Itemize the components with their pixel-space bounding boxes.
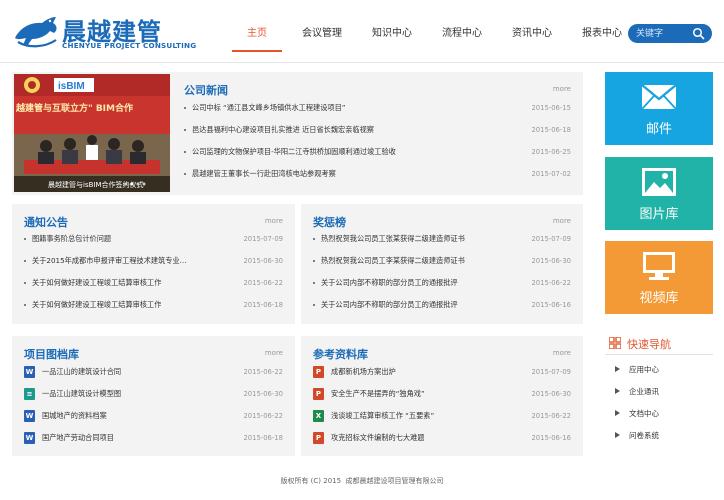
banner-text: 越建管与互联立方" BIM合作 [15, 102, 133, 114]
more-link[interactable]: more [553, 85, 571, 93]
reference-list: P 成都新机场方案出炉 2015-07-09 P 安全生产不是摆弄的“独角戏” 2015… [313, 361, 571, 449]
search-input[interactable] [636, 26, 692, 41]
ppt-file-icon: P [313, 366, 324, 378]
signing-ceremony-photo: isBIM 越建管与互联立方" BIM合作 晨越建管与isBIM合作签约仪式 [14, 74, 170, 192]
nav-item-meetings[interactable]: 会议管理 [288, 0, 356, 62]
bullet-icon [313, 238, 315, 240]
ppt-file-icon: P [313, 432, 324, 444]
bullet-icon [313, 260, 315, 262]
panel-title: 项目图档库 [24, 348, 79, 361]
awards-panel: 奖惩榜 more 热烈祝贺我公司员工张某获得二级建造师证书 2015-07-09 … [301, 204, 583, 324]
arrow-right-icon [615, 410, 620, 416]
bullet-icon [184, 151, 186, 153]
list-item[interactable]: 晨越建管王董事长一行赴田湾核电站参观考察 2015-07-02 [184, 163, 571, 185]
list-item[interactable]: 公司中标 “通江县文峰乡场镇供水工程建设项目” 2015-06-15 [184, 97, 571, 119]
nav-item-home[interactable]: 主页 [232, 0, 282, 62]
list-item[interactable]: 关于如何做好建设工程竣工结算审核工作 2015-06-18 [24, 294, 283, 316]
list-item[interactable]: 图籍事务阶总包计价问题 2015-07-09 [24, 228, 283, 250]
horse-logo-icon [15, 17, 57, 48]
mail-icon [641, 84, 677, 110]
mail-tile[interactable]: 邮件 [605, 72, 713, 145]
word-file-icon: W [24, 366, 35, 378]
nav-item-news[interactable]: 资讯中心 [498, 0, 566, 62]
more-link[interactable]: more [265, 217, 283, 225]
main-nav: 主页 会议管理 知识中心 流程中心 资讯中心 报表中心 [232, 0, 636, 62]
bullet-icon [184, 173, 186, 175]
list-item[interactable]: 邑达县福利中心建设项目扎实推进 近日省长魏宏亲临视察 2015-06-18 [184, 119, 571, 141]
photo-caption: 晨越建管与isBIM合作签约仪式 [48, 180, 144, 189]
quick-nav-title: 快速导航 [627, 338, 671, 351]
awards-list: 热烈祝贺我公司员工张某获得二级建造师证书 2015-07-09 热烈祝贺我公司员工… [313, 228, 571, 316]
grid-icon [609, 337, 621, 349]
photo-library-tile[interactable]: 图片库 [605, 157, 713, 230]
arrow-right-icon [615, 388, 620, 394]
quick-nav-header: 快速导航 [605, 331, 713, 355]
search-box [628, 24, 712, 43]
notice-list: 图籍事务阶总包计价问题 2015-07-09 关于2015年成都市申报评审工程技术… [24, 228, 283, 316]
nav-item-workflow[interactable]: 流程中心 [428, 0, 496, 62]
bullet-icon [24, 282, 26, 284]
reference-library-panel: 参考资料库 more P 成都新机场方案出炉 2015-07-09 P 安全生产不是摆… [301, 336, 583, 456]
list-item[interactable]: ≡ 一品江山建筑设计模型图 2015-06-30 [24, 383, 283, 405]
list-item[interactable]: W 国城地产的资料档案 2015-06-22 [24, 405, 283, 427]
notice-panel: 通知公告 more 图籍事务阶总包计价问题 2015-07-09 关于2015年成… [12, 204, 295, 324]
nav-item-knowledge[interactable]: 知识中心 [358, 0, 426, 62]
list-item[interactable]: 公司监理的文物保护项目-华阳二江寺拱桥加固顺利通过竣工验收 2015-06-25 [184, 141, 571, 163]
image-icon [642, 168, 676, 196]
news-list: 公司中标 “通江县文峰乡场镇供水工程建设项目” 2015-06-15 邑达县福利中… [184, 97, 571, 185]
list-item[interactable]: 关于公司内部不称职的部分员工的通报批评 2015-06-22 [313, 272, 571, 294]
tile-label: 视频库 [639, 291, 679, 306]
word-file-icon: W [24, 432, 35, 444]
more-link[interactable]: more [553, 217, 571, 225]
logo[interactable]: 晨越建管 CHENYUE PROJECT CONSULTING [12, 10, 196, 54]
news-body: 公司新闻 more 公司中标 “通江县文峰乡场镇供水工程建设项目” 2015-06… [184, 72, 583, 195]
excel-file-icon: X [313, 410, 324, 422]
bullet-icon [24, 260, 26, 262]
banner-logo: isBIM [58, 81, 85, 92]
panel-title: 公司新闻 [184, 84, 228, 97]
bullet-icon [24, 238, 26, 240]
monitor-icon [643, 252, 675, 280]
list-item[interactable]: P 成都新机场方案出炉 2015-07-09 [313, 361, 571, 383]
arrow-right-icon [615, 432, 620, 438]
list-item[interactable]: 关于如何做好建设工程竣工结算审核工作 2015-06-22 [24, 272, 283, 294]
list-item[interactable]: P 安全生产不是摆弄的“独角戏” 2015-06-30 [313, 383, 571, 405]
header-divider [0, 62, 724, 63]
model-file-icon: ≡ [24, 388, 35, 400]
archive-list: W 一品江山的建筑设计合同 2015-06-22 ≡ 一品江山建筑设计模型图 2015-… [24, 361, 283, 449]
list-item[interactable]: 热烈祝贺我公司员工李某获得二级建造师证书 2015-06-30 [313, 250, 571, 272]
word-file-icon: W [24, 410, 35, 422]
more-link[interactable]: more [553, 349, 571, 357]
list-item[interactable]: P 攻克招标文件编制的七大难题 2015-06-16 [313, 427, 571, 449]
tile-label: 邮件 [645, 122, 672, 137]
video-library-tile[interactable]: 视频库 [605, 241, 713, 314]
project-archive-panel: 项目图档库 more W 一品江山的建筑设计合同 2015-06-22 ≡ 一品江山建… [12, 336, 295, 456]
arrow-right-icon [615, 366, 620, 372]
list-item[interactable]: W 一品江山的建筑设计合同 2015-06-22 [24, 361, 283, 383]
brand-name-en: CHENYUE PROJECT CONSULTING [62, 41, 197, 50]
bullet-icon [24, 304, 26, 306]
bullet-icon [184, 129, 186, 131]
panel-title: 参考资料库 [313, 348, 368, 361]
footer-copyright: 版权所有 (C) 2015 成都晨越建设项目管理有限公司 [280, 477, 444, 485]
quick-nav: 快速导航 应用中心 企业通讯 文档中心 问卷系统 [605, 331, 713, 455]
list-item[interactable]: 热烈祝贺我公司员工张某获得二级建造师证书 2015-07-09 [313, 228, 571, 250]
list-item[interactable]: W 国产地产劳动合同项目 2015-06-18 [24, 427, 283, 449]
tile-label: 图片库 [639, 207, 679, 222]
list-item[interactable]: 关于2015年成都市申报评审工程技术建筑专业... 2015-06-30 [24, 250, 283, 272]
bullet-icon [313, 304, 315, 306]
search-icon[interactable] [692, 27, 705, 40]
bullet-icon [184, 107, 186, 109]
nav-item-reports[interactable]: 报表中心 [568, 0, 636, 62]
list-item[interactable]: 关于公司内部不称职的部分员工的通报批评 2015-06-16 [313, 294, 571, 316]
list-item[interactable]: X 浅谈竣工结算审核工作 “五要素” 2015-06-22 [313, 405, 571, 427]
news-photo[interactable]: isBIM 越建管与互联立方" BIM合作 晨越建管与isBIM合作签约仪式 [14, 74, 170, 192]
bullet-icon [313, 282, 315, 284]
more-link[interactable]: more [265, 349, 283, 357]
header: 晨越建管 CHENYUE PROJECT CONSULTING 主页 会议管理 … [0, 0, 724, 62]
ppt-file-icon: P [313, 388, 324, 400]
company-news-panel: isBIM 越建管与互联立方" BIM合作 晨越建管与isBIM合作签约仪式 公… [12, 72, 583, 195]
